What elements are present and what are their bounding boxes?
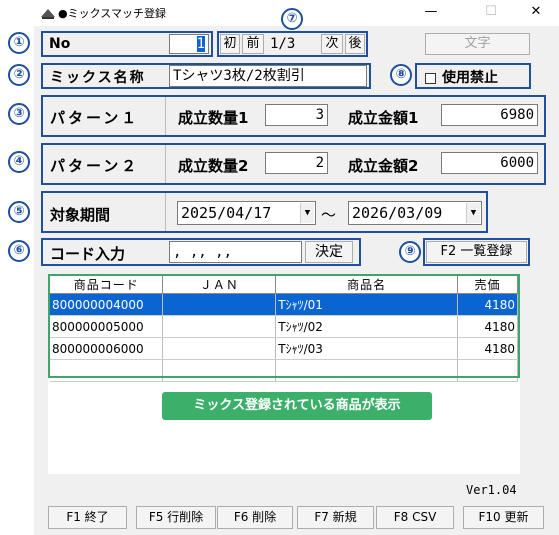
prohibit-checkbox[interactable]: 使用禁止: [425, 67, 498, 87]
pattern2-label: パターン２: [50, 157, 140, 175]
code-entry-label: コード入力: [50, 245, 126, 263]
list-register-button[interactable]: F2 一覧登録: [426, 241, 527, 263]
callout-9: ⑨: [399, 241, 421, 263]
note-label: ミックス登録されている商品が表示: [162, 392, 432, 420]
period-end-select[interactable]: 2026/03/09 ▼: [348, 201, 482, 225]
product-grid-highlight: [48, 274, 520, 378]
confirm-button[interactable]: 決定: [305, 241, 353, 263]
pattern2-amount-input[interactable]: 6000: [441, 152, 538, 174]
f5-delete-row-button[interactable]: F5 行削除: [136, 506, 216, 529]
f10-update-button[interactable]: F10 更新: [463, 506, 544, 529]
code-entry-input[interactable]: , ,, ,,: [169, 241, 302, 263]
callout-7: ⑦: [281, 8, 303, 30]
nav-last-button[interactable]: 後: [345, 34, 365, 54]
callout-5: ⑤: [8, 201, 30, 223]
pattern2-qty-input[interactable]: 2: [265, 152, 328, 174]
pattern2-amount-label: 成立金額2: [348, 157, 419, 175]
page-indicator: 1/3: [270, 36, 296, 52]
divider: [165, 193, 166, 231]
f6-delete-button[interactable]: F6 削除: [217, 506, 293, 529]
nav-next-button[interactable]: 次: [321, 34, 343, 54]
period-end-value: 2026/03/09: [352, 204, 443, 222]
chevron-down-icon[interactable]: ▼: [466, 203, 480, 223]
prohibit-label: 使用禁止: [442, 70, 498, 86]
app-icon: [41, 9, 55, 19]
prohibit-checkbox-box[interactable]: [425, 72, 436, 84]
minimize-button[interactable]: —: [411, 2, 451, 22]
mix-name-label: ミックス名称: [50, 70, 146, 86]
pattern2-qty-label: 成立数量2: [178, 157, 249, 175]
close-button[interactable]: ✕: [516, 2, 556, 22]
period-start-value: 2025/04/17: [181, 204, 272, 222]
pattern1-amount-input[interactable]: 6980: [441, 104, 538, 126]
callout-8: ⑧: [390, 64, 412, 86]
f1-exit-button[interactable]: F1 終了: [48, 506, 127, 529]
callout-2: ②: [8, 64, 30, 86]
nav-first-button[interactable]: 初: [220, 34, 240, 54]
callout-1: ①: [8, 32, 30, 54]
pattern1-qty-input[interactable]: 3: [265, 104, 328, 126]
f8-csv-button[interactable]: F8 CSV: [376, 506, 454, 529]
chevron-down-icon[interactable]: ▼: [300, 203, 314, 223]
record-no-value: 1: [196, 36, 205, 52]
callout-6: ⑥: [8, 240, 30, 262]
period-label: 対象期間: [50, 206, 111, 224]
callout-4: ④: [8, 151, 30, 173]
mix-name-input[interactable]: Tシャツ3枚/2枚割引: [169, 65, 367, 87]
period-separator: ～: [321, 206, 337, 224]
period-start-select[interactable]: 2025/04/17 ▼: [177, 201, 316, 225]
record-no-label: No: [49, 36, 71, 52]
record-no-input[interactable]: 1: [169, 34, 209, 54]
window-title: ●ミックスマッチ登録: [58, 7, 166, 20]
version-label: Ver1.04: [466, 483, 517, 497]
divider: [165, 145, 166, 183]
maximize-button[interactable]: ☐: [471, 2, 511, 22]
divider: [165, 97, 166, 135]
f7-new-button[interactable]: F7 新規: [297, 506, 374, 529]
pattern1-qty-label: 成立数量1: [178, 109, 249, 127]
pattern1-label: パターン１: [50, 109, 140, 127]
nav-prev-button[interactable]: 前: [242, 34, 264, 54]
moji-button[interactable]: 文字: [425, 33, 530, 55]
pattern1-amount-label: 成立金額1: [348, 109, 419, 127]
callout-3: ③: [8, 103, 30, 125]
